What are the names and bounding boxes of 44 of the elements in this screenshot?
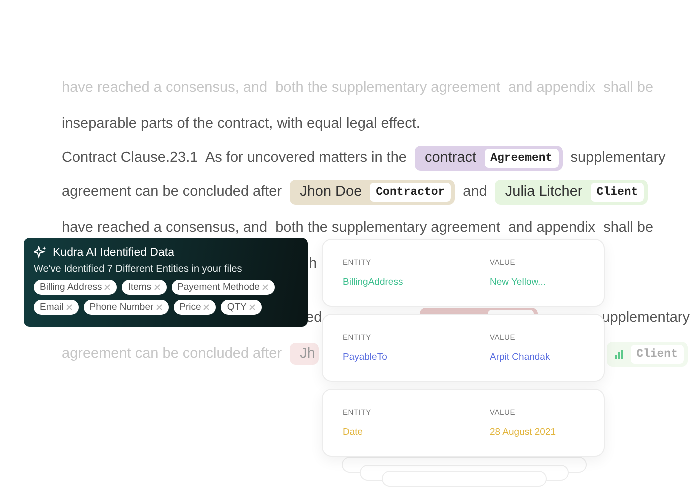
entity-tag[interactable]	[420, 308, 538, 314]
entity-name: Date	[343, 427, 364, 438]
entity-chip[interactable]: Billing Address	[34, 280, 118, 295]
entity-value: Arpit Chandak	[490, 352, 552, 363]
document-text: both the supplementary agreement	[276, 80, 500, 96]
document-text: Contract Clause.23.1 As for uncovered matters in the	[62, 150, 407, 166]
popup-subtitle: We've Identified 7 Different Entities in your files	[34, 264, 244, 275]
close-icon[interactable]	[248, 304, 256, 311]
close-icon[interactable]	[203, 304, 210, 311]
document-text: shall be	[604, 80, 654, 96]
entity-tag[interactable]: Jhon Doe Contractor	[290, 180, 456, 204]
document-text: both the supplementary agreement	[276, 220, 500, 236]
close-icon[interactable]	[154, 284, 161, 291]
document-text: have reached a consensus, and	[62, 220, 268, 236]
document-text: upplementary	[602, 310, 690, 326]
entity-name: PayableTo	[343, 352, 388, 363]
document-text: and appendix	[508, 220, 596, 236]
entity-chip[interactable]: Price	[174, 300, 216, 315]
sparkle-icon	[34, 246, 47, 259]
entity-value: 28 August 2021	[490, 427, 558, 438]
entity-chip[interactable]: Payement Methode	[172, 280, 275, 295]
entity-chip[interactable]: QTY	[221, 300, 262, 315]
entity-tag[interactable]: contract Agreement	[414, 146, 563, 170]
document-text: have reached a consensus, and	[62, 80, 268, 96]
entity-chip[interactable]: Email	[34, 300, 79, 315]
close-icon[interactable]	[66, 304, 73, 311]
document-text: h	[309, 256, 318, 272]
close-icon[interactable]	[104, 284, 112, 291]
bar-chart-icon	[614, 350, 623, 358]
entity-tag[interactable]: Julia Litcher Client	[495, 180, 648, 204]
close-icon[interactable]	[262, 284, 269, 291]
popup-title: Kudra AI Identified Data	[53, 246, 174, 258]
entity-chip[interactable]: Phone Number	[84, 300, 169, 315]
close-icon[interactable]	[156, 304, 163, 311]
document-text: inseparable parts of the contract, with equal legal effect.	[62, 116, 420, 132]
document-text: supplementary	[570, 150, 666, 166]
document-text: agreement can be concluded after	[62, 184, 282, 200]
entity-value: New Yellow...	[490, 277, 547, 288]
document-text: and appendix	[508, 80, 596, 96]
document-text: agreement can be concluded after	[62, 346, 282, 362]
document-text: and	[463, 184, 488, 200]
entity-chip[interactable]: Items	[122, 280, 167, 295]
entity-name: BillingAddress	[343, 277, 404, 288]
document-text: shall be	[604, 220, 654, 236]
